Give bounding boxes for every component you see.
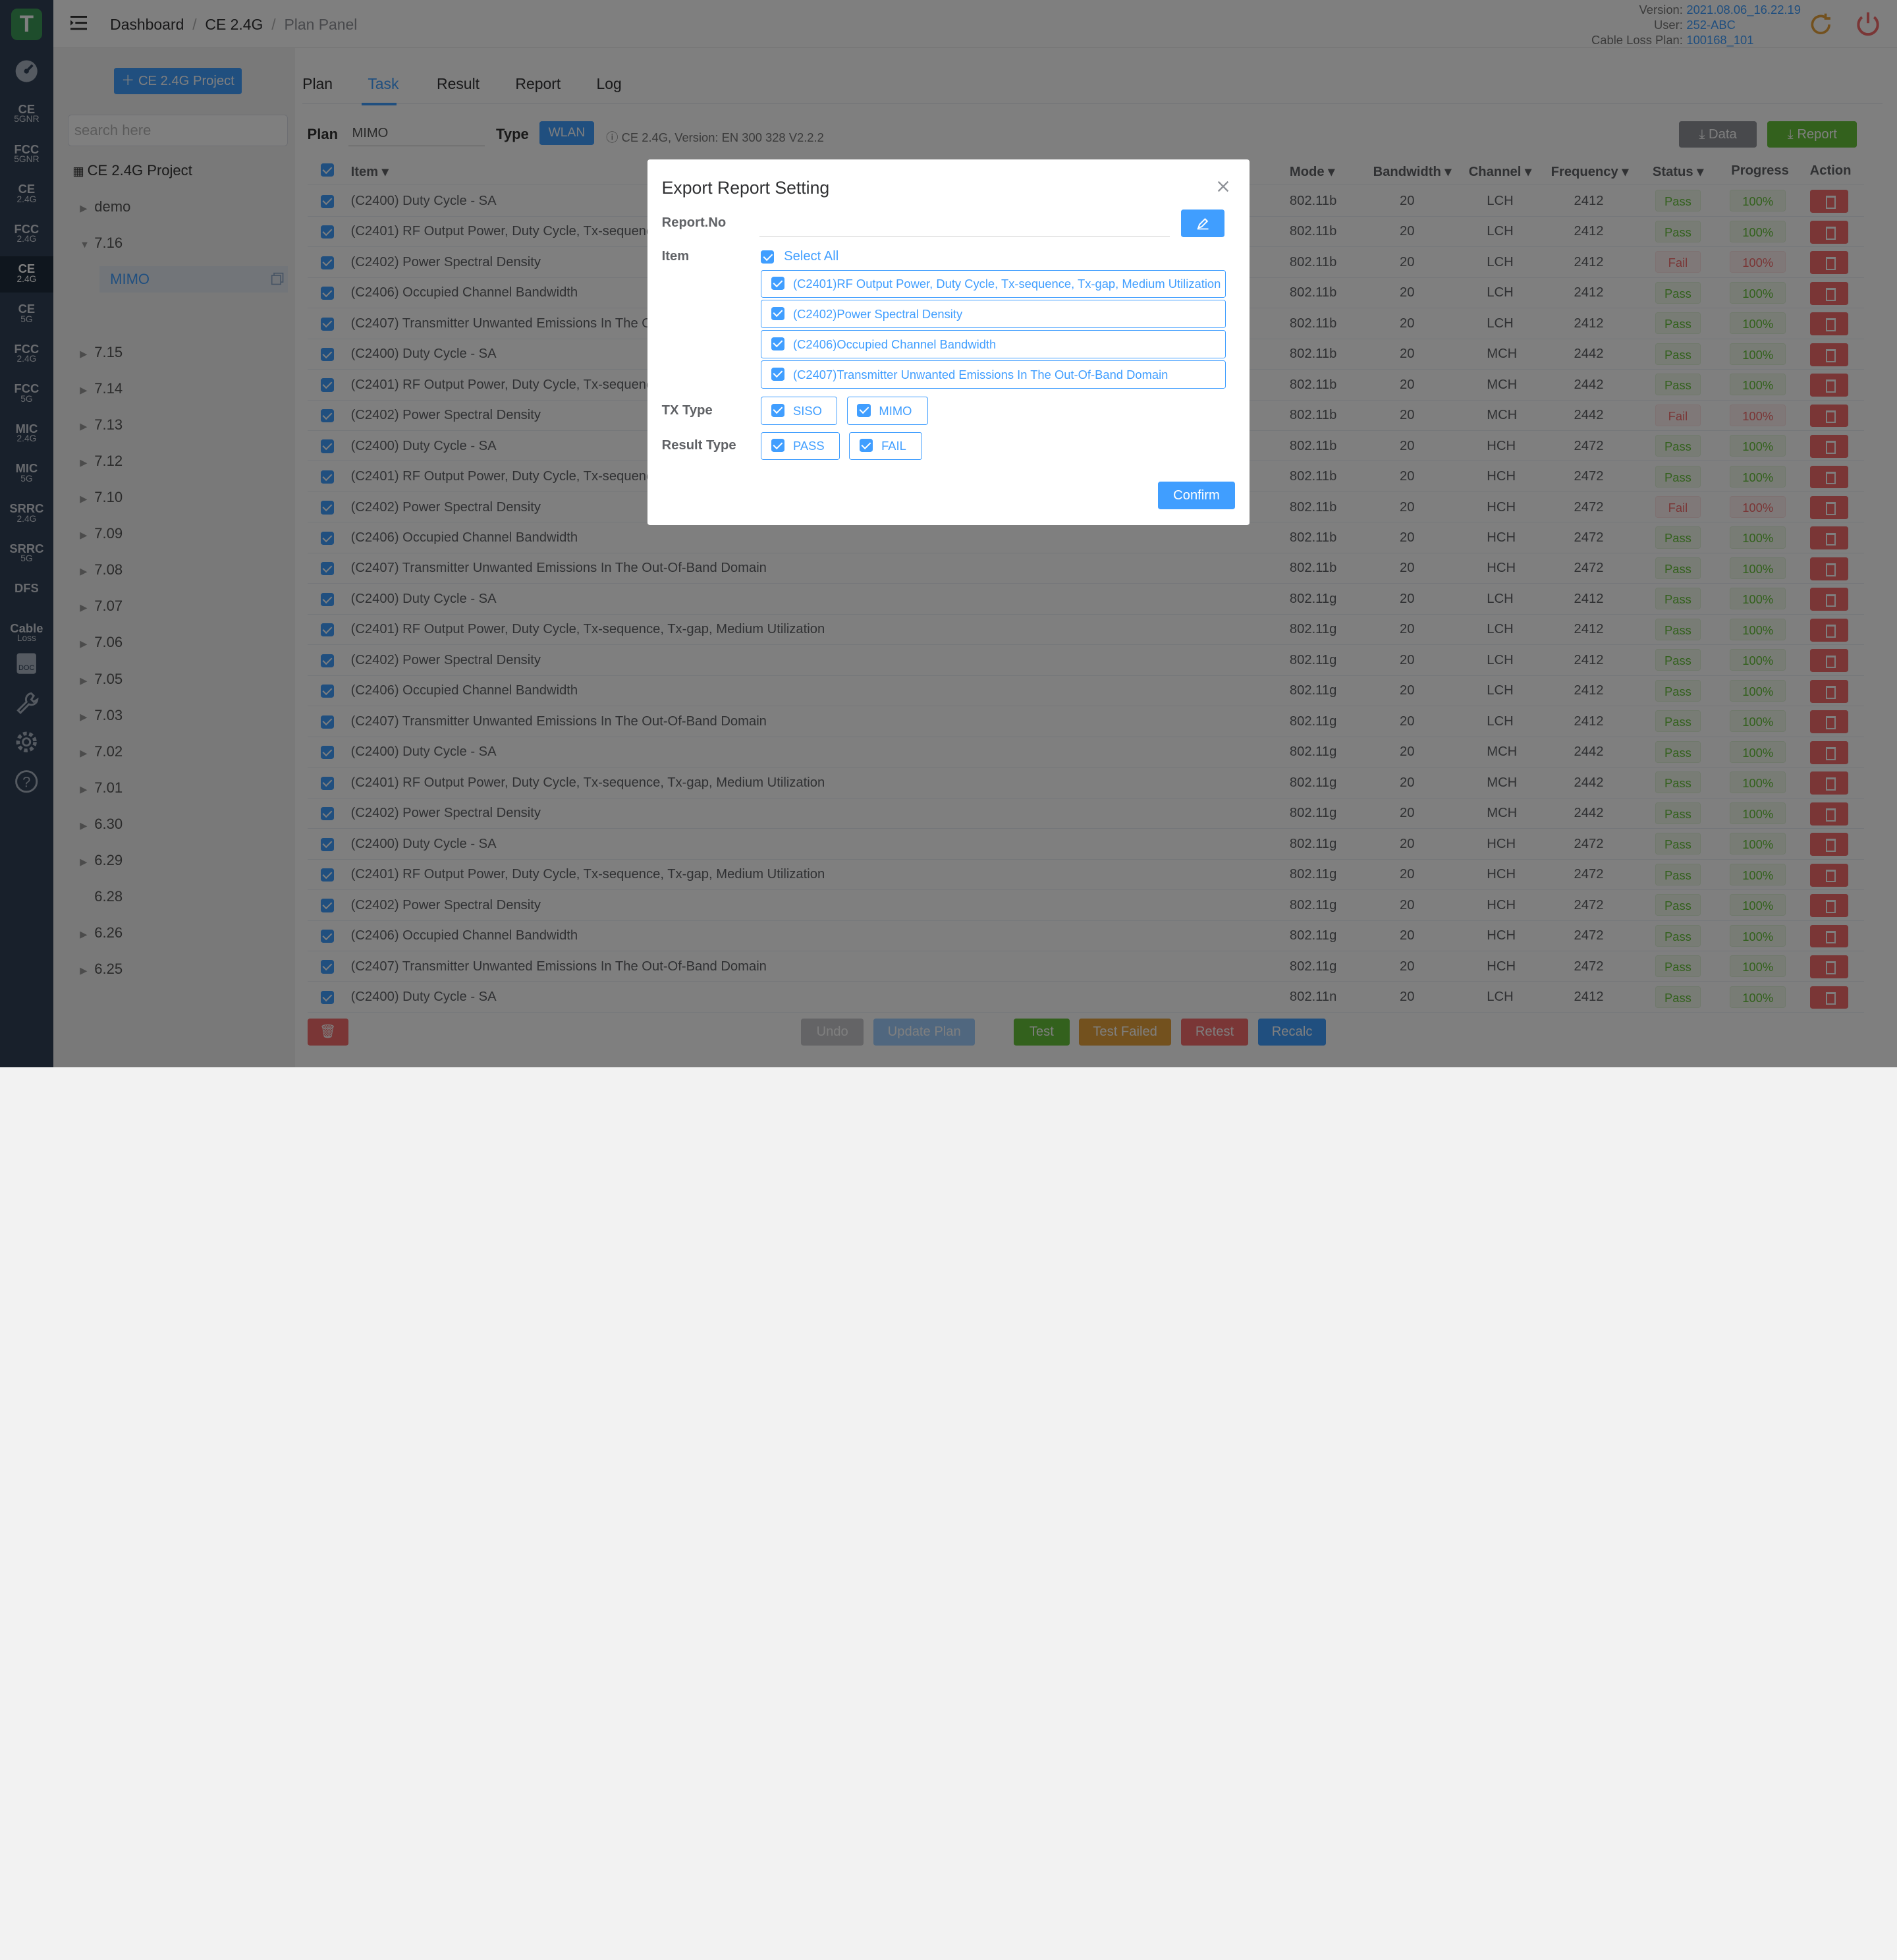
- select-all-label: Select All: [784, 249, 839, 264]
- report-item-checkbox[interactable]: (C2401)RF Output Power, Duty Cycle, Tx-s…: [761, 269, 1226, 298]
- pen-icon: [1197, 217, 1209, 230]
- tx-type-label: TX Type: [661, 403, 713, 418]
- tx-mimo-checkbox[interactable]: MIMO: [846, 397, 928, 425]
- report-item-checkbox[interactable]: (C2407)Transmitter Unwanted Emissions In…: [761, 360, 1226, 389]
- checkbox-icon: [771, 367, 785, 381]
- edit-report-no-button[interactable]: [1180, 209, 1224, 237]
- report-item-checkbox[interactable]: (C2406)Occupied Channel Bandwidth: [761, 330, 1226, 358]
- tx-mimo-label: MIMO: [879, 403, 912, 418]
- dialog-title: Export Report Setting: [661, 177, 830, 198]
- checkbox-icon: [857, 403, 871, 417]
- checkbox-icon: [771, 438, 785, 453]
- report-item-label: (C2402)Power Spectral Density: [793, 306, 963, 321]
- checkbox-icon: [860, 438, 873, 453]
- result-fail-checkbox[interactable]: FAIL: [849, 432, 922, 460]
- result-pass-checkbox[interactable]: PASS: [761, 432, 840, 460]
- report-item-label: (C2407)Transmitter Unwanted Emissions In…: [793, 367, 1168, 381]
- report-item-label: (C2401)RF Output Power, Duty Cycle, Tx-s…: [793, 276, 1221, 291]
- checkbox-icon: [771, 337, 785, 350]
- checkbox-icon: [771, 276, 785, 290]
- close-icon[interactable]: [1216, 179, 1230, 194]
- report-item-checkbox[interactable]: (C2402)Power Spectral Density: [761, 300, 1226, 328]
- report-no-input[interactable]: [759, 211, 1170, 237]
- tx-siso-label: SISO: [793, 403, 822, 418]
- checkbox-icon: [771, 403, 785, 417]
- result-pass-label: PASS: [793, 438, 825, 453]
- result-type-label: Result Type: [661, 437, 736, 453]
- checkbox-icon: [771, 306, 785, 320]
- report-no-label: Report.No: [661, 215, 727, 230]
- result-fail-label: FAIL: [881, 438, 906, 453]
- confirm-button[interactable]: Confirm: [1157, 481, 1236, 510]
- report-item-label: (C2406)Occupied Channel Bandwidth: [793, 337, 997, 351]
- tx-siso-checkbox[interactable]: SISO: [761, 397, 837, 425]
- export-report-dialog: Export Report Setting Report.No Item Sel…: [647, 159, 1250, 526]
- checkbox-icon: [761, 250, 775, 264]
- item-label: Item: [661, 249, 690, 264]
